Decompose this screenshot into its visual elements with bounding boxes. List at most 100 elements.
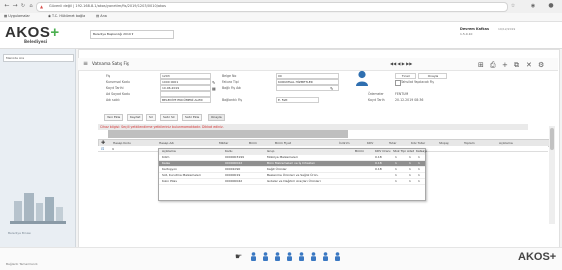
person-icon[interactable]	[322, 252, 329, 261]
grid-col[interactable]: İndirim	[339, 141, 350, 145]
dd-cell: Süt, Kurutma Malzemeleri	[162, 173, 201, 177]
grid-col[interactable]: Hesap Adı	[159, 141, 174, 145]
window-titlebar: ≡ Vatnama Satış Fiş ◀◀ ◀ ▶ ▶▶	[78, 58, 558, 71]
bookmark-ana[interactable]: ▤ Ana	[96, 14, 107, 18]
app-header: AKOS+ Belediyesi Belediye Başkanlığı 201…	[0, 22, 562, 49]
bookmark-apps[interactable]: ▦ Uygulamalar	[4, 14, 30, 18]
list-item[interactable]: Kızın Pilav 000000042 Gıdalar ve Dağıtım…	[159, 179, 425, 185]
alert-text: Cihaz bilgisi: Seçili yetkilendirme yetk…	[100, 125, 224, 129]
forward-arrow-icon[interactable]: →	[12, 3, 18, 9]
extension-icon[interactable]: ◉	[530, 3, 536, 9]
person-icon[interactable]	[298, 252, 305, 261]
grid-col[interactable]: Toplam	[464, 141, 475, 145]
company-select[interactable]: Belediye Başkanlığı 2019 ▾	[90, 30, 174, 39]
dd-cell: Kağıt Ürünler	[267, 167, 287, 171]
lookup-header-bar	[108, 130, 348, 138]
edit-pencil-icon[interactable]: ✎	[212, 80, 215, 85]
satir-sil-button[interactable]: Satır Sil	[160, 114, 178, 121]
menu-search-input[interactable]: Menüde Ara	[3, 54, 74, 62]
dd-cell: 1	[418, 161, 420, 165]
dd-col[interactable]: Açıklama	[162, 149, 176, 154]
sidebar: Menüde Ara Belediye Binası	[0, 49, 76, 263]
grid-col[interactable]: Stopaj	[439, 141, 449, 145]
profile-icon[interactable]: ●	[548, 3, 554, 9]
dd-col[interactable]: Birimi	[355, 149, 364, 154]
dd-col[interactable]: Kodu	[225, 149, 232, 154]
tahsilat-label: Tahsilat Yapılacak Fiş	[401, 80, 434, 84]
avatar-icon[interactable]	[355, 70, 369, 86]
address-bar[interactable]: ▲ Güvenli değil | 192.168.8.1/akos/yonet…	[36, 2, 508, 12]
dd-cell: Büro Malzemeleri ve İş Cihazları	[267, 161, 316, 165]
adi-soldi-field[interactable]: BELEDİYE ENCÜMENİ ALIMI	[160, 97, 211, 103]
baglantili-fis-field[interactable]: E. Fatt	[276, 97, 319, 103]
person-icon[interactable]	[250, 252, 257, 261]
close-icon[interactable]: ✕	[526, 61, 532, 69]
grid-icon[interactable]: ⊞	[478, 61, 484, 69]
bookmark-hukumet[interactable]: ◉ T.C. Hükümet bağla	[48, 14, 85, 18]
dd-cell: 1	[395, 161, 397, 165]
dd-cell: Kilim	[162, 155, 170, 159]
gear-icon[interactable]: ⚙	[538, 61, 544, 69]
star-icon[interactable]: ☆	[510, 3, 516, 9]
dd-cell: 0.18	[375, 167, 382, 171]
person-icon[interactable]	[334, 252, 341, 261]
calendar-icon[interactable]: ▦	[212, 86, 216, 91]
grid-col[interactable]: Birim	[249, 141, 257, 145]
edit-pencil-icon[interactable]: ✎	[330, 86, 333, 91]
reload-icon[interactable]: ↻	[20, 3, 26, 9]
dd-col[interactable]: KDV Oranı	[375, 149, 390, 154]
dd-cell: 1	[409, 179, 411, 183]
bookmark-label: T.C. Hükümet bağla	[52, 14, 86, 18]
yeni-ekle-button[interactable]: Yeni Ekle	[104, 114, 124, 121]
dd-cell: Kartoşyon	[162, 167, 178, 171]
status-text: Bağlantı Tamamlandı	[6, 262, 38, 266]
person-icon[interactable]	[262, 252, 269, 261]
ticari-button[interactable]: Ticari	[395, 73, 416, 79]
grid-col[interactable]: Miktar	[219, 141, 228, 145]
grid-col[interactable]: Tutar	[389, 141, 397, 145]
person-icon[interactable]	[274, 252, 281, 261]
person-icon[interactable]	[310, 252, 317, 261]
dd-cell: 0.18	[375, 155, 382, 159]
dd-col[interactable]: Katsayı	[416, 149, 427, 154]
dd-col[interactable]: Grup	[267, 149, 274, 154]
home-icon[interactable]: ⌂	[28, 3, 34, 9]
form-label: Kurumsal Kodu	[106, 80, 130, 84]
lookup-dropdown: Açıklama Kodu Grup Birimi KDV Oranı Stok…	[158, 148, 427, 201]
record-navigator[interactable]: ◀◀ ◀ ▶ ▶▶	[390, 61, 412, 66]
dd-cell: 1	[395, 173, 397, 177]
footer: Bağlantı Tamamlandı ☛ AKOS+	[0, 247, 562, 270]
grid-col[interactable]: KDV	[367, 141, 373, 145]
logo-plus: +	[50, 24, 60, 41]
scrollbar-thumb[interactable]	[550, 128, 554, 150]
person-icon[interactable]	[286, 252, 293, 261]
form-label: Bağlı Fiş Adı	[222, 86, 242, 90]
satir-ekle-button[interactable]: Satır Ekle	[182, 114, 203, 121]
dd-col[interactable]: Stok Tipi	[393, 149, 406, 154]
grid-col[interactable]: Birim Fiyat	[275, 141, 291, 145]
dd-cell: 1	[395, 167, 397, 171]
back-arrow-icon[interactable]: ←	[4, 3, 10, 9]
pointer-hand-icon: ☛	[235, 252, 243, 261]
dd-col[interactable]: Adet	[407, 149, 414, 154]
dd-cell: 1	[409, 173, 411, 177]
browser-toolbar: ← → ↻ ⌂ ▲ Güvenli değil | 192.168.8.1/ak…	[0, 0, 562, 14]
onayla-field[interactable]: Onayla	[418, 73, 447, 79]
print-icon[interactable]: ⎙	[490, 61, 496, 70]
add-icon[interactable]: +	[502, 61, 508, 69]
form-label: Fatura Tipi	[222, 80, 239, 84]
user-panel[interactable]: Devrem Kafkas 1.5.0.10 19/12/2019	[460, 25, 520, 45]
grid-col[interactable]: Kdv Tutar	[411, 141, 425, 145]
grid-col[interactable]: Hesap Kodu	[113, 141, 131, 145]
grid-cell[interactable]: 9	[112, 147, 114, 151]
dd-cell: 1	[409, 161, 411, 165]
grid-col[interactable]: Açıklama	[499, 141, 513, 145]
menu-icon[interactable]: ≡	[83, 60, 88, 67]
copy-icon[interactable]: ⧉	[514, 61, 519, 70]
row-edit-icon[interactable]: ⊡	[101, 146, 104, 151]
sil-button[interactable]: Sil	[146, 114, 156, 121]
onayla-button[interactable]: Onayla	[208, 114, 225, 121]
window-title: Vatnama Satış Fiş	[92, 61, 129, 66]
footer-logo: AKOS+	[518, 251, 557, 263]
kaydet-button[interactable]: Kaydet	[127, 114, 144, 121]
